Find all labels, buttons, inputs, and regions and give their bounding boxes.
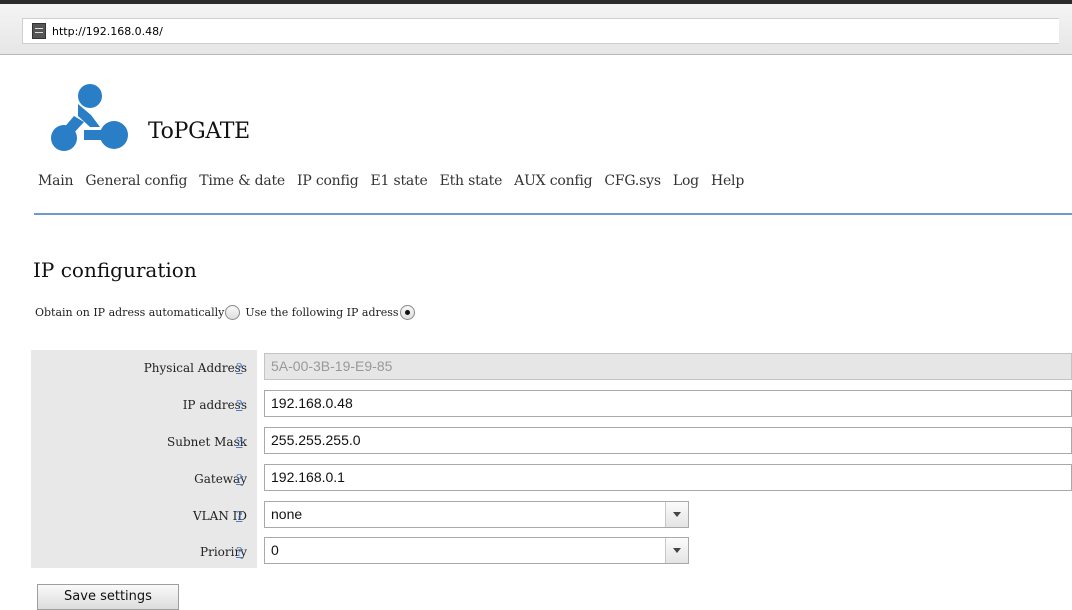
save-settings-button[interactable]: Save settings	[37, 584, 179, 610]
auto-ip-radio[interactable]	[225, 305, 241, 320]
manual-ip-radio[interactable]	[399, 305, 415, 320]
ip-address-field[interactable]: 192.168.0.48	[264, 390, 1072, 417]
url-text[interactable]: http://192.168.0.48/	[52, 25, 163, 38]
vlan-id-select[interactable]: none	[264, 501, 689, 528]
nav-item-e1-state[interactable]: E1 state	[371, 173, 428, 189]
vlan-id-value: none	[271, 506, 303, 522]
manual-ip-label: Use the following IP adress	[245, 306, 399, 319]
ip-mode-options: Obtain on IP adress automatically Use th…	[35, 305, 420, 320]
chevron-down-icon[interactable]	[665, 502, 688, 527]
url-field[interactable]: http://192.168.0.48/	[22, 18, 1059, 44]
priority-value: 0	[271, 542, 279, 558]
nav-item-general-config[interactable]: General config	[85, 173, 187, 189]
chevron-down-icon[interactable]	[665, 538, 688, 563]
nav-item-eth-state[interactable]: Eth state	[440, 173, 503, 189]
page-icon	[32, 23, 46, 39]
ip-address-help[interactable]: ?	[236, 398, 242, 412]
physical-address-field: 5A-00-3B-19-E9-85	[264, 353, 1072, 380]
nav-item-cfg-sys[interactable]: CFG.sys	[604, 173, 661, 189]
physical-address-label: Physical Address	[143, 361, 247, 375]
form-label-panel	[31, 350, 257, 568]
browser-address-bar: http://192.168.0.48/	[0, 4, 1072, 55]
brand-name: ToPGATE	[148, 119, 250, 144]
nav-divider	[34, 213, 1072, 215]
nav-item-main[interactable]: Main	[38, 173, 74, 189]
subnet-mask-field[interactable]: 255.255.255.0	[264, 427, 1072, 454]
nav-item-ip-config[interactable]: IP config	[297, 173, 359, 189]
main-nav: Main General config Time & date IP confi…	[38, 173, 756, 189]
nav-item-time-date[interactable]: Time & date	[199, 173, 285, 189]
gateway-help[interactable]: ?	[236, 472, 242, 486]
vlan-id-help[interactable]: ?	[236, 509, 242, 523]
nav-item-aux-config[interactable]: AUX config	[514, 173, 592, 189]
gateway-field[interactable]: 192.168.0.1	[264, 464, 1072, 491]
nav-item-help[interactable]: Help	[711, 173, 744, 189]
subnet-mask-help[interactable]: ?	[236, 435, 242, 449]
auto-ip-label: Obtain on IP adress automatically	[35, 306, 225, 319]
topgate-logo-icon	[51, 84, 128, 151]
priority-help[interactable]: ?	[236, 545, 242, 559]
physical-address-help[interactable]: ?	[236, 361, 242, 375]
nav-item-log[interactable]: Log	[673, 173, 699, 189]
page-title: IP configuration	[33, 258, 197, 282]
priority-select[interactable]: 0	[264, 537, 689, 564]
subnet-mask-label: Subnet Mask	[167, 435, 247, 449]
